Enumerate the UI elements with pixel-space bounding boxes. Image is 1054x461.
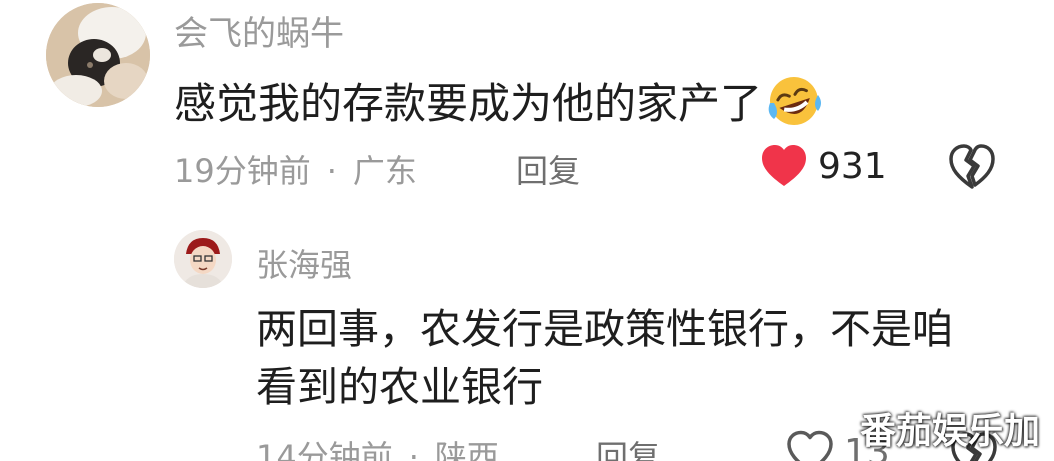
reply-text-line: 看到的农业银行: [256, 363, 543, 411]
reply-meta: 14分钟前 · 陕西: [256, 432, 499, 461]
comment-time: 19分钟前: [174, 152, 311, 190]
reply-text-line: 两回事，农发行是政策性银行，不是咱: [256, 305, 953, 353]
avatar-cartoon-image: [174, 230, 232, 288]
comment-location: 广东: [352, 152, 417, 190]
reply-button[interactable]: 回复: [516, 146, 580, 192]
comment-text: 感觉我的存款要成为他的家产了: [174, 70, 822, 131]
reply-location: 陕西: [434, 438, 499, 461]
heart-filled-icon: [762, 145, 806, 186]
reply-to-reply-button[interactable]: 回复: [596, 432, 660, 461]
reply-avatar[interactable]: [174, 230, 232, 288]
avatar-cat-image: [46, 3, 150, 107]
heart-outline-icon: [787, 430, 833, 461]
meta-separator: ·: [408, 438, 419, 461]
broken-heart-icon: [949, 144, 995, 189]
laughing-crying-emoji-icon: [768, 76, 822, 125]
dislike-button[interactable]: [948, 144, 996, 194]
like-count: 931: [818, 145, 887, 187]
avatar[interactable]: [46, 3, 150, 107]
meta-separator: ·: [326, 152, 337, 190]
reply-text: 两回事，农发行是政策性银行，不是咱 看到的农业银行: [256, 300, 953, 416]
comment-meta: 19分钟前 · 广东: [174, 146, 417, 192]
comment-text-content: 感觉我的存款要成为他的家产了: [174, 79, 763, 128]
watermark: 番茄娱乐加: [859, 411, 1040, 452]
reply-time: 14分钟前: [256, 438, 393, 461]
reply-username[interactable]: 张海强: [256, 240, 352, 286]
like-button[interactable]: 931: [760, 144, 887, 188]
comment-thread: 会飞的蜗牛 感觉我的存款要成为他的家产了 19分钟前 · 广东 回复 931 张…: [0, 0, 1054, 461]
comment-username[interactable]: 会飞的蜗牛: [174, 6, 344, 55]
